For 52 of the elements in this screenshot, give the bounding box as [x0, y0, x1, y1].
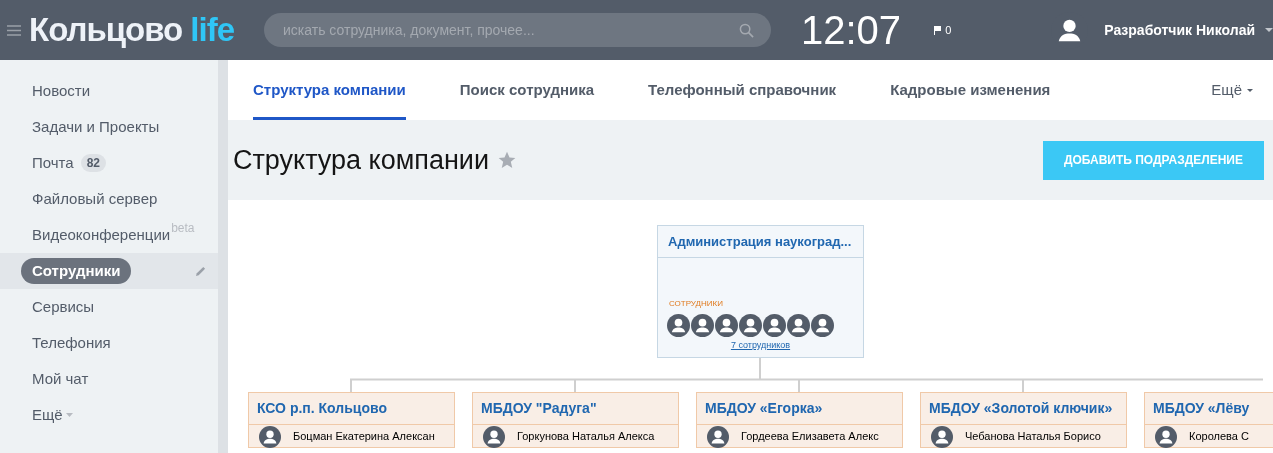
department-title[interactable]: МБДОУ «Егорка»	[697, 392, 902, 425]
search-icon[interactable]	[739, 23, 754, 38]
menu-icon[interactable]	[7, 24, 21, 36]
employee-avatar-icon	[787, 314, 810, 337]
pencil-icon[interactable]	[195, 265, 206, 277]
sidebar-item[interactable]: Ещё	[21, 403, 74, 427]
sidebar-item[interactable]: Сотрудники	[21, 257, 132, 285]
count-badge: 82	[80, 154, 106, 172]
flag-count: 0	[945, 22, 952, 38]
sidebar-item[interactable]: Файловый сервер	[21, 187, 169, 211]
clock: 12:07	[801, 10, 902, 50]
person-icon	[707, 425, 729, 448]
department-title[interactable]: МБДОУ "Радуга"	[473, 392, 678, 425]
employee-name[interactable]: Боцман Екатерина Алексан	[293, 428, 435, 445]
employee-name[interactable]: Чебанова Наталья Борисо	[965, 428, 1101, 445]
employee-avatar-icon	[811, 314, 834, 337]
employee-name[interactable]: Королева С	[1189, 428, 1249, 445]
employee-name[interactable]: Горкунова Наталья Алекса	[517, 428, 655, 445]
sidebar-item[interactable]: Сервисы	[21, 295, 106, 319]
tab[interactable]: Кадровые изменения	[890, 60, 1051, 120]
star-icon[interactable]	[497, 150, 517, 170]
logo[interactable]: Кольцово life	[29, 5, 235, 55]
sidebar-item[interactable]: Телефония	[21, 331, 122, 355]
employee-avatar-icon	[691, 314, 714, 337]
department-title[interactable]: МБДОУ «Золотой ключик»	[921, 392, 1126, 425]
tab[interactable]: Поиск сотрудника	[459, 60, 595, 120]
flag-icon[interactable]	[934, 25, 942, 35]
sidebar-item[interactable]: Новости	[21, 79, 102, 103]
employees-link[interactable]: 7 сотрудников	[730, 339, 791, 353]
person-icon	[259, 425, 281, 448]
employee-avatar-icon	[667, 314, 690, 337]
person-icon	[931, 425, 953, 448]
department-title[interactable]: МБДОУ «Лёву	[1145, 392, 1273, 425]
employee-name[interactable]: Гордеева Елизавета Алекс	[741, 428, 879, 445]
employee-avatar-icon	[763, 314, 786, 337]
caret-icon	[1247, 88, 1253, 92]
sidebar-item[interactable]: Мой чат	[21, 367, 100, 391]
department-title[interactable]: КСО р.п. Кольцово	[249, 392, 454, 425]
employee-avatar-icon	[739, 314, 762, 337]
caret-icon	[1265, 28, 1273, 32]
employee-avatar-icon	[715, 314, 738, 337]
tab[interactable]: Телефонный справочник	[648, 60, 837, 120]
sidebar-item[interactable]: Задачи и Проекты	[21, 115, 171, 139]
user-menu[interactable]: Разработчик Николай	[1104, 19, 1273, 41]
tab[interactable]: Структура компании	[253, 60, 406, 120]
more-tab[interactable]: Ещё	[1211, 60, 1253, 120]
caret-icon	[65, 413, 73, 417]
employees-label: СОТРУДНИКИ	[668, 298, 724, 310]
department-title[interactable]: Администрация наукоград...	[658, 226, 863, 258]
person-icon	[1155, 425, 1177, 448]
person-icon	[483, 425, 505, 448]
page-title: Структура компании	[233, 143, 489, 177]
